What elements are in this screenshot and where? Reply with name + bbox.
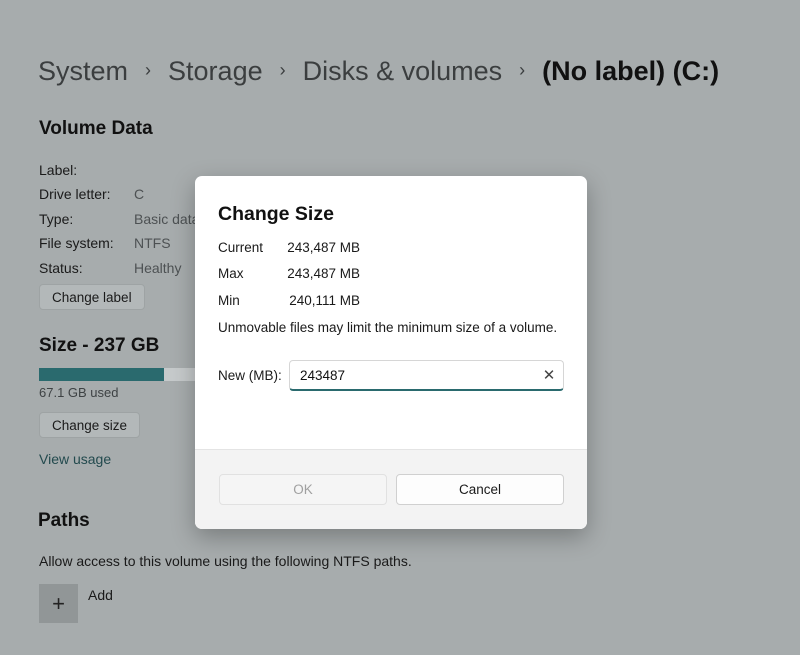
new-size-input[interactable] [290,366,535,384]
current-size-value: 243,487 MB [287,240,360,255]
status-label: Status: [39,260,83,276]
dialog-title: Change Size [218,203,334,225]
add-label: Add [88,587,113,603]
add-path-button[interactable]: + [39,584,78,623]
new-size-label: New (MB): [218,368,282,383]
usage-bar [39,368,199,381]
breadcrumb-system[interactable]: System [38,56,128,87]
change-size-dialog: Change Size Current 243,487 MB Max 243,4… [195,176,587,529]
breadcrumb: System › Storage › Disks & volumes › (No… [38,56,719,87]
status-value: Healthy [134,260,182,276]
size-title: Size - 237 GB [39,335,160,356]
change-size-button[interactable]: Change size [39,412,141,438]
ok-button[interactable]: OK [219,474,387,505]
breadcrumb-current: (No label) (C:) [542,56,720,86]
usage-bar-fill [39,368,164,381]
clear-icon[interactable]: ✕ [535,366,563,384]
type-value: Basic data [134,211,200,227]
paths-description: Allow access to this volume using the fo… [39,553,412,569]
dialog-footer: OK Cancel [195,449,587,529]
file-system-value: NTFS [134,235,171,251]
chevron-right-icon: › [519,60,526,80]
max-size-label: Max [218,266,244,281]
new-size-field: ✕ [289,360,564,391]
drive-letter-value: C [134,186,145,202]
view-usage-link[interactable]: View usage [39,451,111,467]
paths-title: Paths [38,510,90,531]
plus-icon: + [52,590,65,616]
dialog-note: Unmovable files may limit the minimum si… [218,320,558,335]
breadcrumb-storage[interactable]: Storage [168,56,263,87]
cancel-button[interactable]: Cancel [396,474,564,505]
chevron-right-icon: › [279,60,286,80]
change-label-button[interactable]: Change label [39,284,145,310]
min-size-label: Min [218,293,240,308]
current-size-label: Current [218,240,264,255]
type-label: Type: [39,211,74,227]
label-field-label: Label: [39,162,78,178]
volume-data-title: Volume Data [39,118,153,139]
used-text: 67.1 GB used [39,385,119,400]
file-system-label: File system: [39,235,114,251]
drive-letter-label: Drive letter: [39,186,111,202]
breadcrumb-disks-volumes[interactable]: Disks & volumes [303,56,503,87]
max-size-value: 243,487 MB [287,266,360,281]
chevron-right-icon: › [145,60,152,80]
min-size-value: 240,111 MB [289,293,360,308]
